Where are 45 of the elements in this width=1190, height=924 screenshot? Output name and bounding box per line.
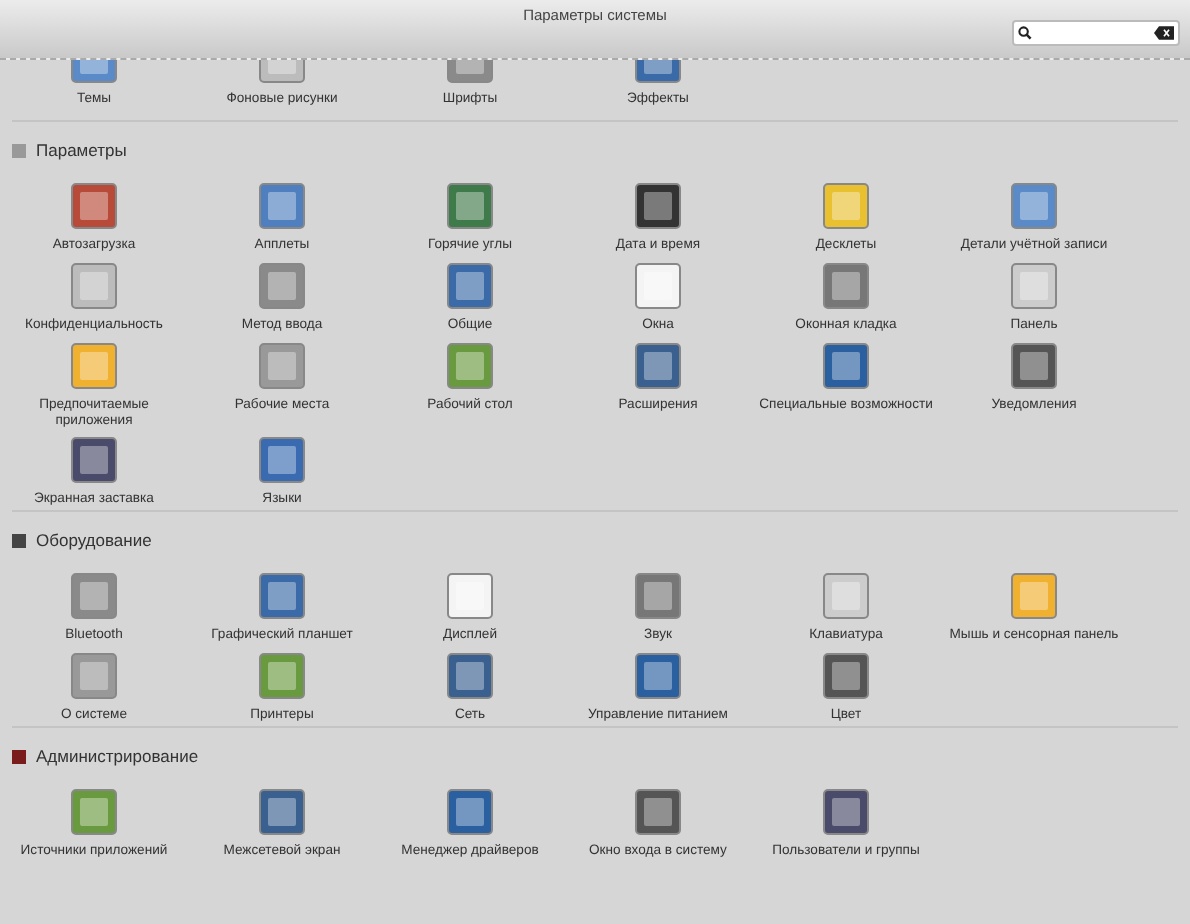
section-title: Администрирование [36,743,199,770]
settings-tile-icon[interactable] [822,341,870,390]
search-field[interactable] [1012,20,1180,46]
settings-tile-icon[interactable] [258,261,306,310]
section-icon [12,533,26,548]
settings-tile-icon[interactable] [822,651,870,700]
settings-tile-icon[interactable] [70,261,118,310]
settings-tile-icon[interactable] [446,181,494,230]
settings-tile-icon[interactable] [446,571,494,620]
settings-tile-icon[interactable] [1010,261,1058,310]
settings-tile-icon[interactable] [258,436,306,485]
search-icon [1018,26,1032,40]
settings-tile-icon[interactable] [1010,341,1058,390]
settings-tile-icon[interactable] [70,341,118,390]
settings-tile-icon[interactable] [258,651,306,700]
clear-icon[interactable] [1154,26,1174,40]
settings-tile-icon[interactable] [822,261,870,310]
section-icon [12,143,26,158]
settings-tile-icon[interactable] [634,181,682,230]
section-icon [12,749,26,764]
settings-tile-icon[interactable] [258,787,306,836]
settings-tile-icon[interactable] [1010,181,1058,230]
settings-tile-icon[interactable] [258,341,306,390]
settings-tile-icon[interactable] [634,651,682,700]
settings-tile-icon[interactable] [446,787,494,836]
settings-tile-icon[interactable] [258,181,306,230]
settings-tile-icon[interactable] [822,787,870,836]
settings-tile-icon[interactable] [822,181,870,230]
settings-tile-icon[interactable] [446,341,494,390]
settings-tile-icon[interactable] [70,181,118,230]
settings-tile-icon[interactable] [70,571,118,620]
settings-tile-icon[interactable] [1010,571,1058,620]
settings-tile-icon[interactable] [70,651,118,700]
settings-tile-icon[interactable] [446,261,494,310]
settings-tile-icon[interactable] [634,261,682,310]
settings-tile-icon[interactable] [70,787,118,836]
settings-tile-icon[interactable] [446,651,494,700]
settings-tile-icon[interactable] [822,571,870,620]
settings-tile-icon[interactable] [258,571,306,620]
settings-tile-icon[interactable] [70,436,118,485]
settings-tile-icon[interactable] [634,787,682,836]
settings-tile-icon[interactable] [634,341,682,390]
section-title: Параметры [36,138,127,164]
settings-tile-icon[interactable] [634,571,682,620]
section-title: Оборудование [36,528,152,554]
